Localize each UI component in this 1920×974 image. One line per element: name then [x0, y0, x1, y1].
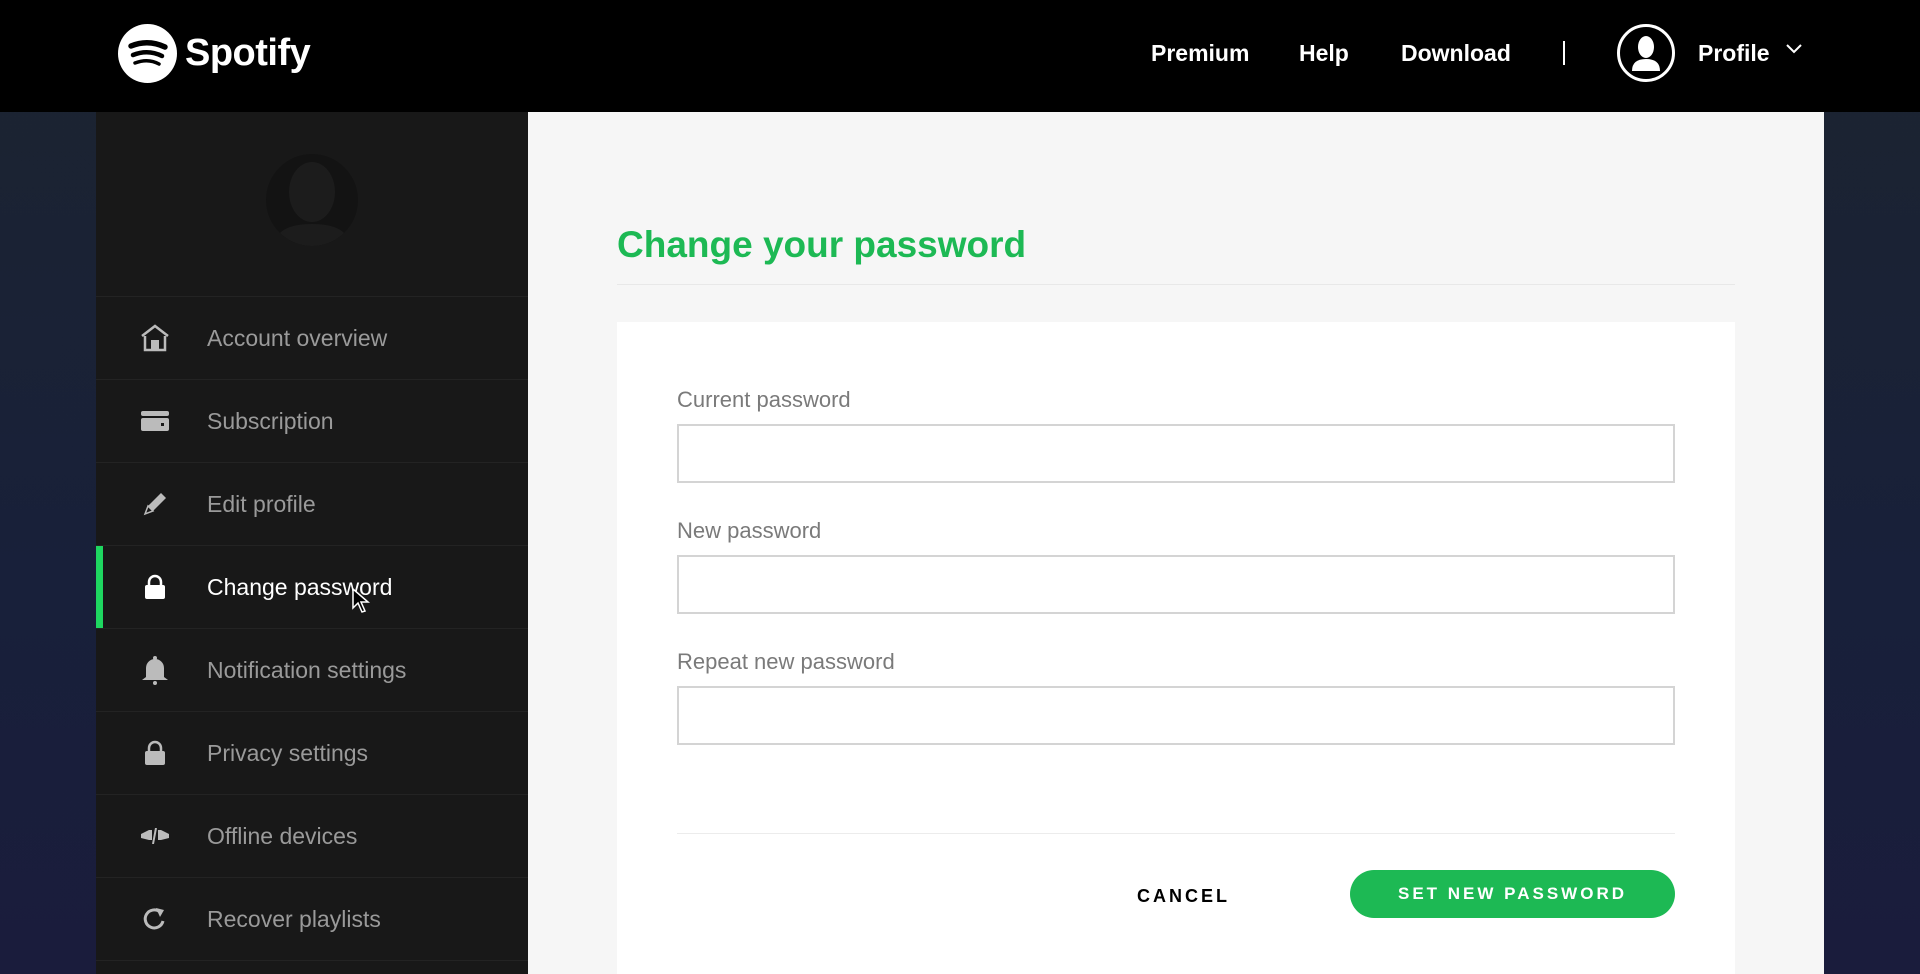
cancel-button[interactable]: CANCEL	[1137, 886, 1230, 907]
top-navigation-bar: Spotify Premium Help Download Profile	[0, 0, 1920, 112]
sidebar-item-privacy-settings[interactable]: Privacy settings	[96, 712, 528, 795]
sidebar-menu: Account overview Subscription Edit profi…	[96, 296, 528, 961]
nav-download[interactable]: Download	[1401, 40, 1511, 67]
current-password-input[interactable]	[677, 424, 1675, 483]
spotify-logo[interactable]: Spotify	[118, 24, 311, 83]
sidebar-item-label: Recover playlists	[207, 905, 381, 932]
sidebar-item-label: Offline devices	[207, 822, 358, 849]
sidebar-item-label: Account overview	[207, 324, 388, 351]
lock-icon	[140, 572, 170, 602]
mouse-cursor-icon	[352, 588, 370, 613]
sidebar-item-label: Edit profile	[207, 490, 316, 517]
sidebar-item-subscription[interactable]: Subscription	[96, 380, 528, 463]
credit-card-icon	[140, 406, 170, 436]
sidebar-item-account-overview[interactable]: Account overview	[96, 297, 528, 380]
bell-icon	[140, 655, 170, 685]
profile-avatar[interactable]	[1617, 24, 1675, 82]
new-password-label: New password	[677, 518, 822, 543]
nav-premium[interactable]: Premium	[1151, 40, 1249, 67]
nav-help[interactable]: Help	[1299, 40, 1349, 67]
account-sidebar: Account overview Subscription Edit profi…	[96, 112, 528, 974]
sidebar-item-recover-playlists[interactable]: Recover playlists	[96, 878, 528, 961]
nav-divider	[1563, 41, 1565, 65]
current-password-label: Current password	[677, 387, 851, 412]
brand-name: Spotify	[185, 32, 311, 74]
page-title: Change your password	[617, 224, 1027, 265]
form-divider	[677, 833, 1675, 834]
user-icon	[1632, 36, 1660, 71]
spotify-logo-icon	[118, 24, 177, 83]
set-new-password-button[interactable]: SET NEW PASSWORD	[1350, 870, 1675, 918]
chevron-down-icon[interactable]	[1786, 44, 1802, 54]
offline-devices-icon	[140, 821, 170, 851]
lock-icon	[140, 738, 170, 768]
refresh-icon	[140, 904, 170, 934]
nav-profile[interactable]: Profile	[1698, 40, 1770, 67]
sidebar-item-label: Notification settings	[207, 656, 407, 683]
new-password-input[interactable]	[677, 555, 1675, 614]
repeat-password-input[interactable]	[677, 686, 1675, 745]
pencil-icon	[140, 489, 170, 519]
sidebar-item-label: Privacy settings	[207, 739, 369, 766]
sidebar-item-offline-devices[interactable]: Offline devices	[96, 795, 528, 878]
repeat-password-label: Repeat new password	[677, 649, 895, 674]
sidebar-item-change-password[interactable]: Change password	[96, 546, 528, 629]
sidebar-item-label: Subscription	[207, 407, 334, 434]
title-divider	[617, 284, 1735, 285]
sidebar-avatar	[266, 154, 358, 246]
change-password-form: Current password New password Repeat new…	[617, 322, 1735, 974]
user-icon	[274, 162, 350, 246]
sidebar-item-edit-profile[interactable]: Edit profile	[96, 463, 528, 546]
main-content: Change your password Current password Ne…	[528, 112, 1824, 974]
home-icon	[140, 323, 170, 353]
sidebar-item-notification-settings[interactable]: Notification settings	[96, 629, 528, 712]
